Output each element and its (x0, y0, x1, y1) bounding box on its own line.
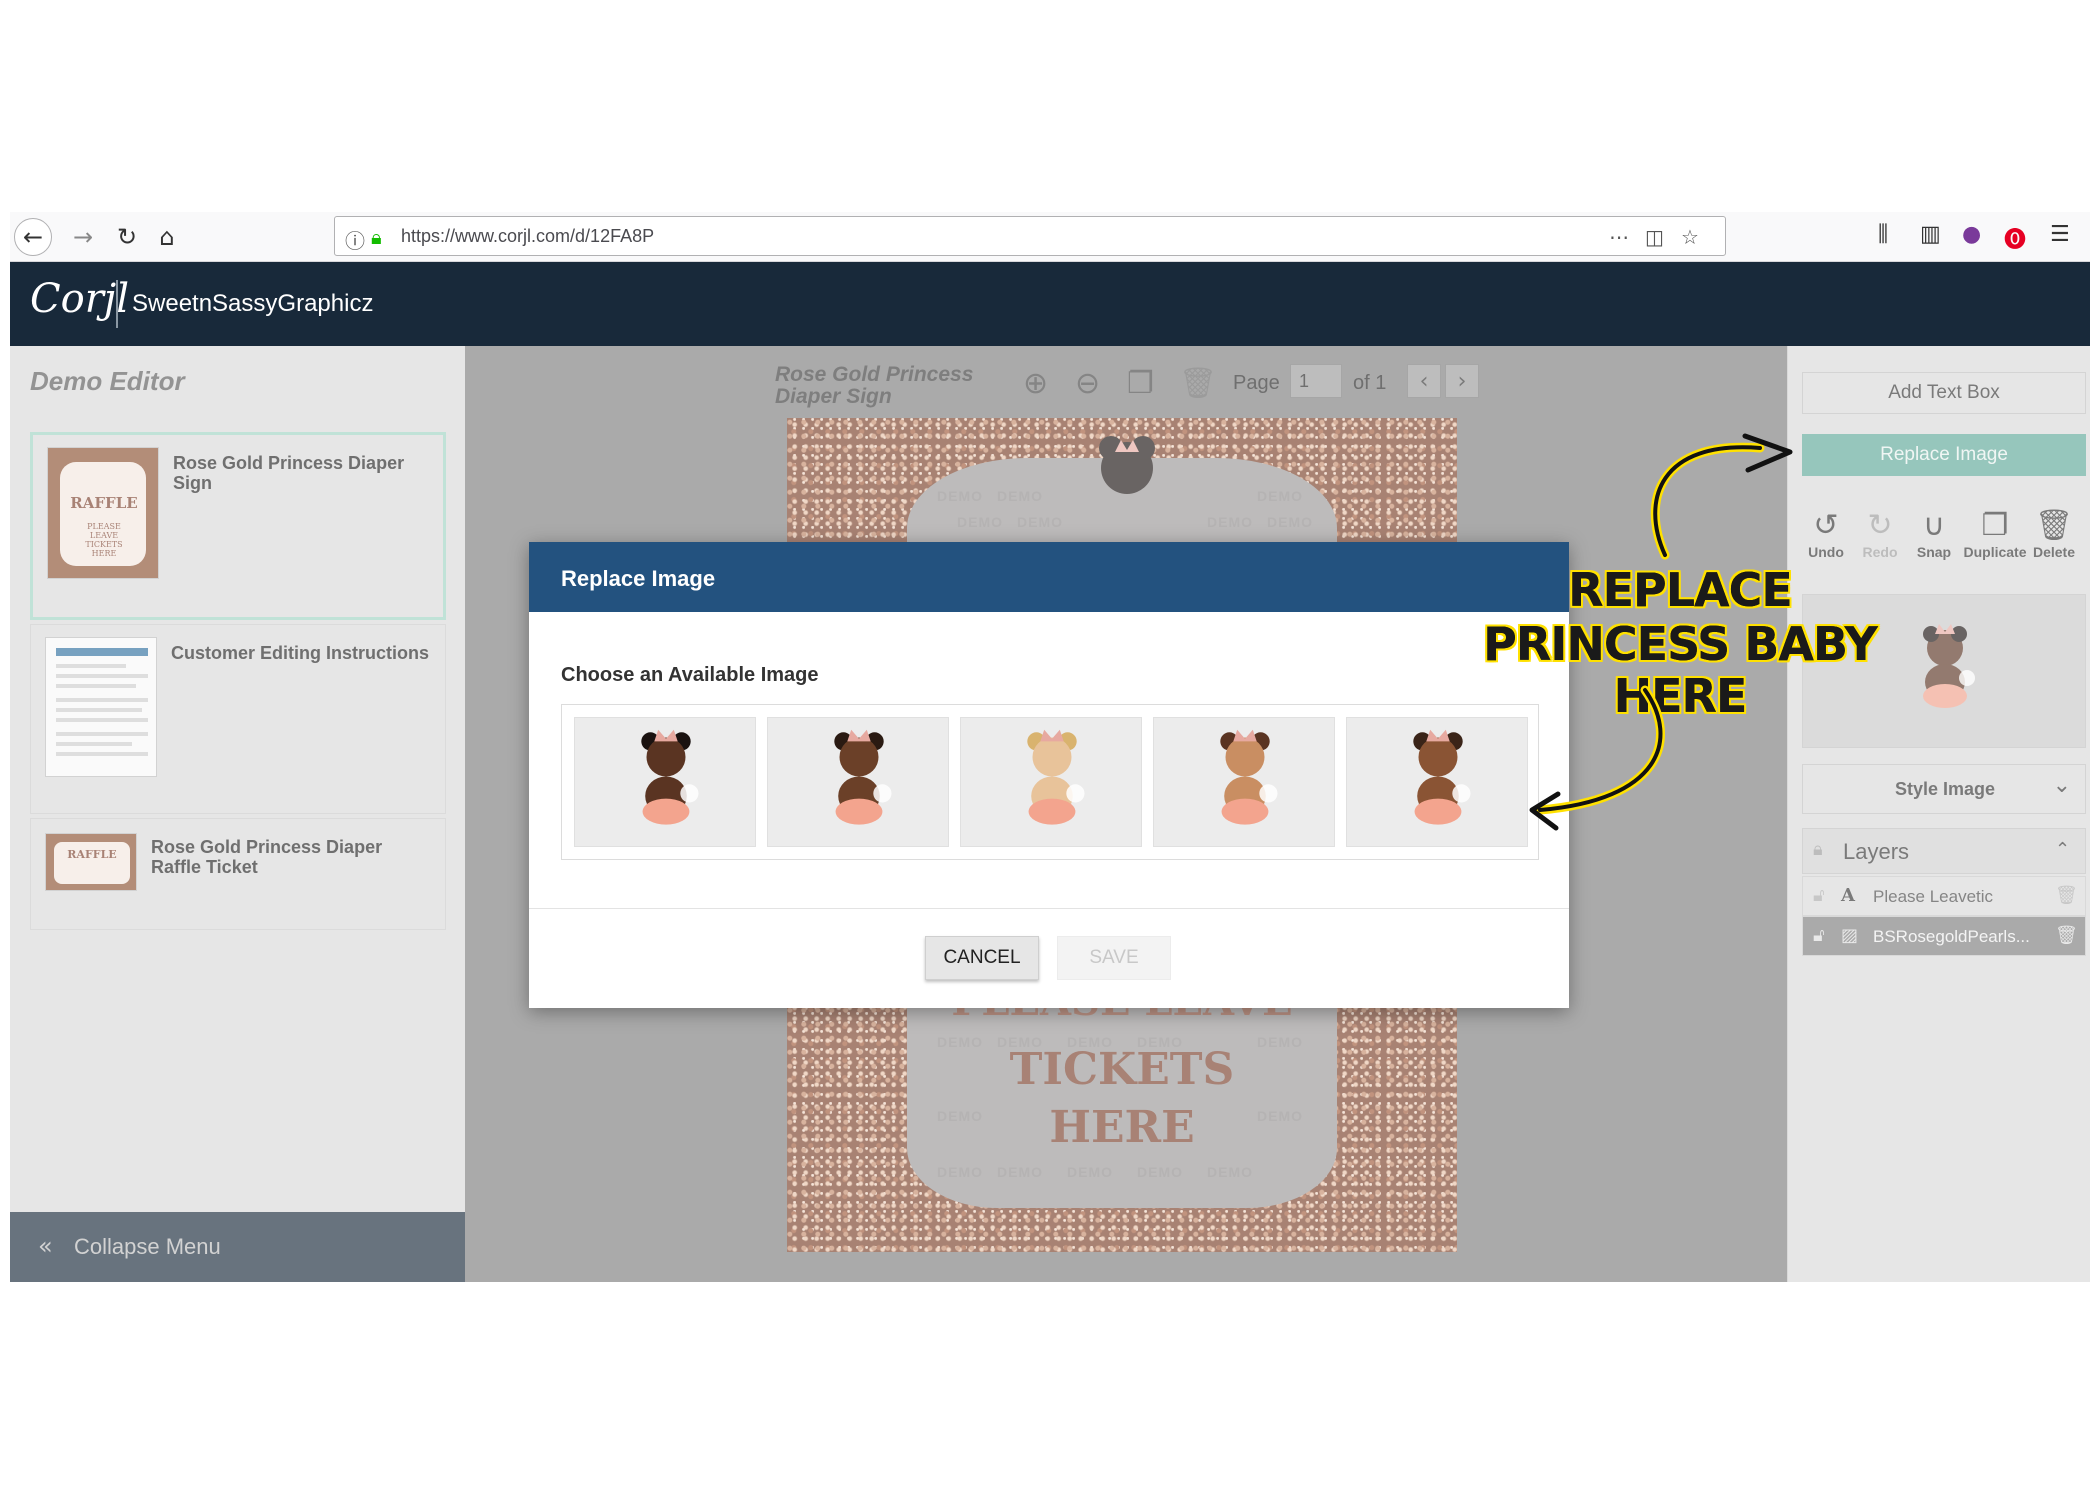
bookmark-star-icon[interactable]: ☆ (1681, 225, 1699, 249)
image-option-5[interactable] (1346, 717, 1528, 847)
image-option-3[interactable] (960, 717, 1142, 847)
lock-icon: 🔒︎ (371, 225, 382, 249)
image-options (561, 704, 1539, 860)
baby-image (834, 729, 892, 825)
image-option-2[interactable] (767, 717, 949, 847)
save-button[interactable]: SAVE (1057, 936, 1171, 980)
annotation-line-2: PRINCESS BABY HERE (1483, 617, 1878, 723)
screenshot-frame: ← → ↻ ⌂ ⓘ 🔒︎ https://www.corjl.com/d/12F… (10, 212, 2090, 1282)
baby-image (1220, 729, 1278, 825)
sidebar-icon[interactable]: ▥ (1920, 222, 1941, 247)
pinterest-icon[interactable]: ⓿ (2004, 222, 2026, 254)
app-header: Corjl SweetnSassyGraphicz (10, 262, 2090, 346)
info-icon[interactable]: ⓘ (345, 225, 365, 254)
library-icon[interactable]: ⫼ (1878, 222, 1888, 247)
home-button[interactable]: ⌂ (148, 218, 186, 256)
dialog-title: Replace Image (561, 566, 716, 591)
image-option-1[interactable] (574, 717, 756, 847)
dialog-subtitle: Choose an Available Image (561, 664, 819, 686)
pocket-icon[interactable]: ◫ (1645, 225, 1664, 249)
baby-image (1027, 729, 1085, 825)
url-text[interactable]: https://www.corjl.com/d/12FA8P (401, 226, 654, 247)
dialog-divider (529, 908, 1569, 909)
brand-name: SweetnSassyGraphicz (132, 290, 374, 317)
browser-toolbar: ← → ↻ ⌂ ⓘ 🔒︎ https://www.corjl.com/d/12F… (10, 212, 2090, 262)
annotation-line-1: REPLACE (1568, 563, 1793, 617)
dialog-header: Replace Image (529, 542, 1569, 612)
baby-image (641, 729, 699, 825)
baby-image (1413, 729, 1471, 825)
extension-icon[interactable]: ● (1962, 222, 1981, 247)
address-bar[interactable]: ⓘ 🔒︎ https://www.corjl.com/d/12FA8P ⋯ ◫ … (334, 216, 1726, 256)
more-icon[interactable]: ⋯ (1609, 225, 1629, 249)
cancel-button[interactable]: CANCEL (925, 936, 1039, 980)
back-button[interactable]: ← (14, 218, 52, 256)
logo-divider (116, 280, 118, 328)
forward-button[interactable]: → (64, 218, 102, 256)
reload-button[interactable]: ↻ (108, 218, 146, 256)
image-option-4[interactable] (1153, 717, 1335, 847)
corjl-logo[interactable]: Corjl (30, 276, 129, 322)
replace-image-dialog: Replace Image Choose an Available Image … (529, 542, 1569, 1008)
menu-icon[interactable]: ☰ (2050, 222, 2070, 247)
